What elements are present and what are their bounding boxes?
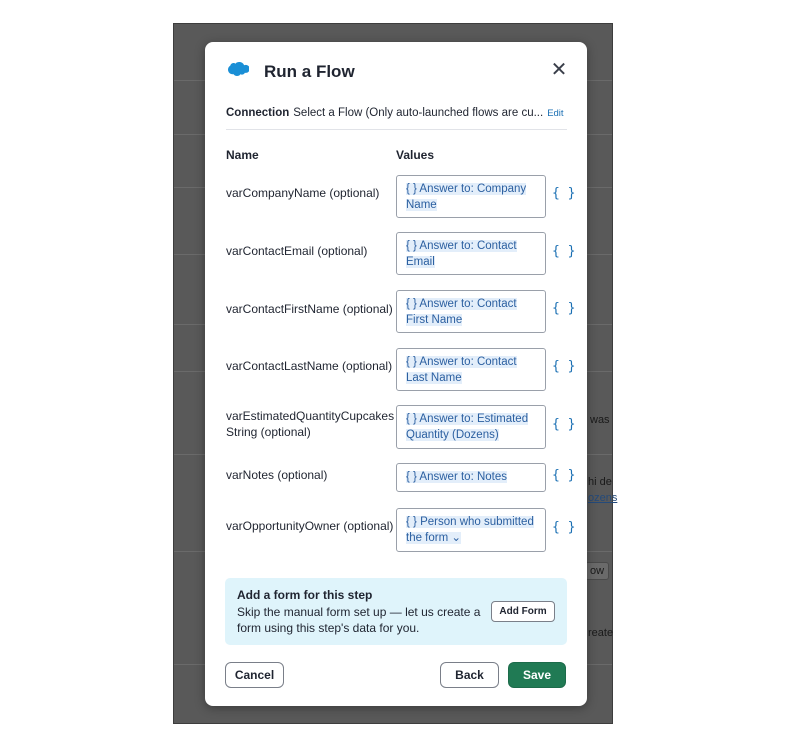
background-text: reate xyxy=(588,627,614,639)
edit-connection-link[interactable]: Edit xyxy=(547,108,563,119)
callout-description: Skip the manual form set up — let us cre… xyxy=(237,605,481,635)
param-value-field[interactable]: { } Answer to: Contact Email xyxy=(396,232,546,275)
param-name: varCompanyName (optional) xyxy=(226,186,380,200)
name-column-header: Name xyxy=(226,148,259,162)
divider xyxy=(226,129,567,130)
param-value-field[interactable]: { } Person who submitted the form ⌄ xyxy=(396,508,546,552)
variable-picker-button[interactable]: { } xyxy=(552,186,575,201)
param-name: varNotes (optional) xyxy=(226,468,328,482)
variable-picker-button[interactable]: { } xyxy=(552,468,575,483)
param-name: varEstimatedQuantityCupcakesString (opti… xyxy=(226,409,395,439)
param-name: varContactFirstName (optional) xyxy=(226,302,393,316)
param-value-field[interactable]: { } Answer to: Contact First Name xyxy=(396,290,546,333)
variable-picker-button[interactable]: { } xyxy=(552,301,575,316)
param-name: varContactLastName (optional) xyxy=(226,359,393,373)
variable-picker-button[interactable]: { } xyxy=(552,244,575,259)
back-button[interactable]: Back xyxy=(440,662,499,688)
param-value-field[interactable]: { } Answer to: Contact Last Name xyxy=(396,348,546,391)
background-text: hi de xyxy=(588,476,612,488)
background-text: was xyxy=(590,414,610,426)
param-value-token: { } Answer to: Company Name xyxy=(406,183,527,211)
connection-value: Select a Flow (Only auto-launched flows … xyxy=(293,107,544,119)
background-link: ozens xyxy=(588,492,618,504)
param-value-token: { } Answer to: Notes xyxy=(406,471,508,483)
param-value-token: { } Person who submitted the form ⌄ xyxy=(406,516,534,544)
param-value-field[interactable]: { } Answer to: Estimated Quantity (Dozen… xyxy=(396,405,546,449)
variable-picker-button[interactable]: { } xyxy=(552,417,575,432)
param-value-token: { } Answer to: Contact Last Name xyxy=(406,356,517,384)
param-name: varOpportunityOwner (optional) xyxy=(226,519,394,533)
param-name: varContactEmail (optional) xyxy=(226,244,368,258)
param-value-token: { } Answer to: Contact First Name xyxy=(406,298,517,326)
cancel-button[interactable]: Cancel xyxy=(225,662,284,688)
callout-title: Add a form for this step xyxy=(237,588,373,602)
background-chip: ow xyxy=(585,562,610,580)
variable-picker-button[interactable]: { } xyxy=(552,359,575,374)
connection-row: Connection Select a Flow (Only auto-launc… xyxy=(226,107,568,119)
save-button[interactable]: Save xyxy=(508,662,566,688)
param-value-token: { } Answer to: Contact Email xyxy=(406,240,517,268)
param-value-field[interactable]: { } Answer to: Company Name xyxy=(396,175,546,218)
variable-picker-button[interactable]: { } xyxy=(552,520,575,535)
values-column-header: Values xyxy=(396,148,435,162)
param-value-field[interactable]: { } Answer to: Notes xyxy=(396,463,546,492)
salesforce-cloud-icon xyxy=(228,62,249,76)
param-value-token: { } Answer to: Estimated Quantity (Dozen… xyxy=(406,413,529,441)
add-form-button[interactable]: Add Form xyxy=(491,601,555,622)
connection-label: Connection xyxy=(226,107,290,119)
close-icon[interactable]: ✕ xyxy=(549,60,569,80)
modal-title: Run a Flow xyxy=(264,62,355,81)
